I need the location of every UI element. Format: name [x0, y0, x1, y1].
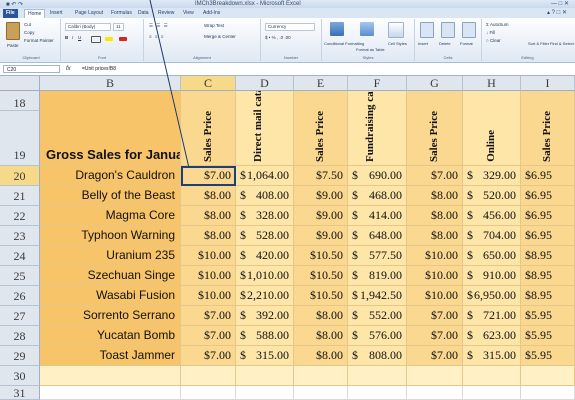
row-header[interactable]: 30 [0, 366, 40, 386]
empty-cell[interactable] [348, 386, 407, 400]
callout-line [149, 0, 190, 169]
empty-cell[interactable] [181, 386, 236, 400]
empty-cell[interactable] [407, 386, 463, 400]
empty-cell[interactable] [294, 386, 348, 400]
empty-cell[interactable] [236, 386, 294, 400]
empty-cell[interactable] [40, 386, 181, 400]
empty-cell[interactable] [463, 366, 521, 386]
row-header[interactable]: 31 [0, 386, 40, 400]
empty-cell[interactable] [407, 366, 463, 386]
empty-cell[interactable] [40, 366, 181, 386]
empty-cell[interactable] [348, 366, 407, 386]
callout-pointer [149, 0, 190, 169]
empty-cell[interactable] [521, 366, 575, 386]
empty-cell[interactable] [181, 366, 236, 386]
empty-cell[interactable] [236, 366, 294, 386]
empty-cell[interactable] [294, 366, 348, 386]
empty-cell[interactable] [521, 386, 575, 400]
empty-cell[interactable] [463, 386, 521, 400]
